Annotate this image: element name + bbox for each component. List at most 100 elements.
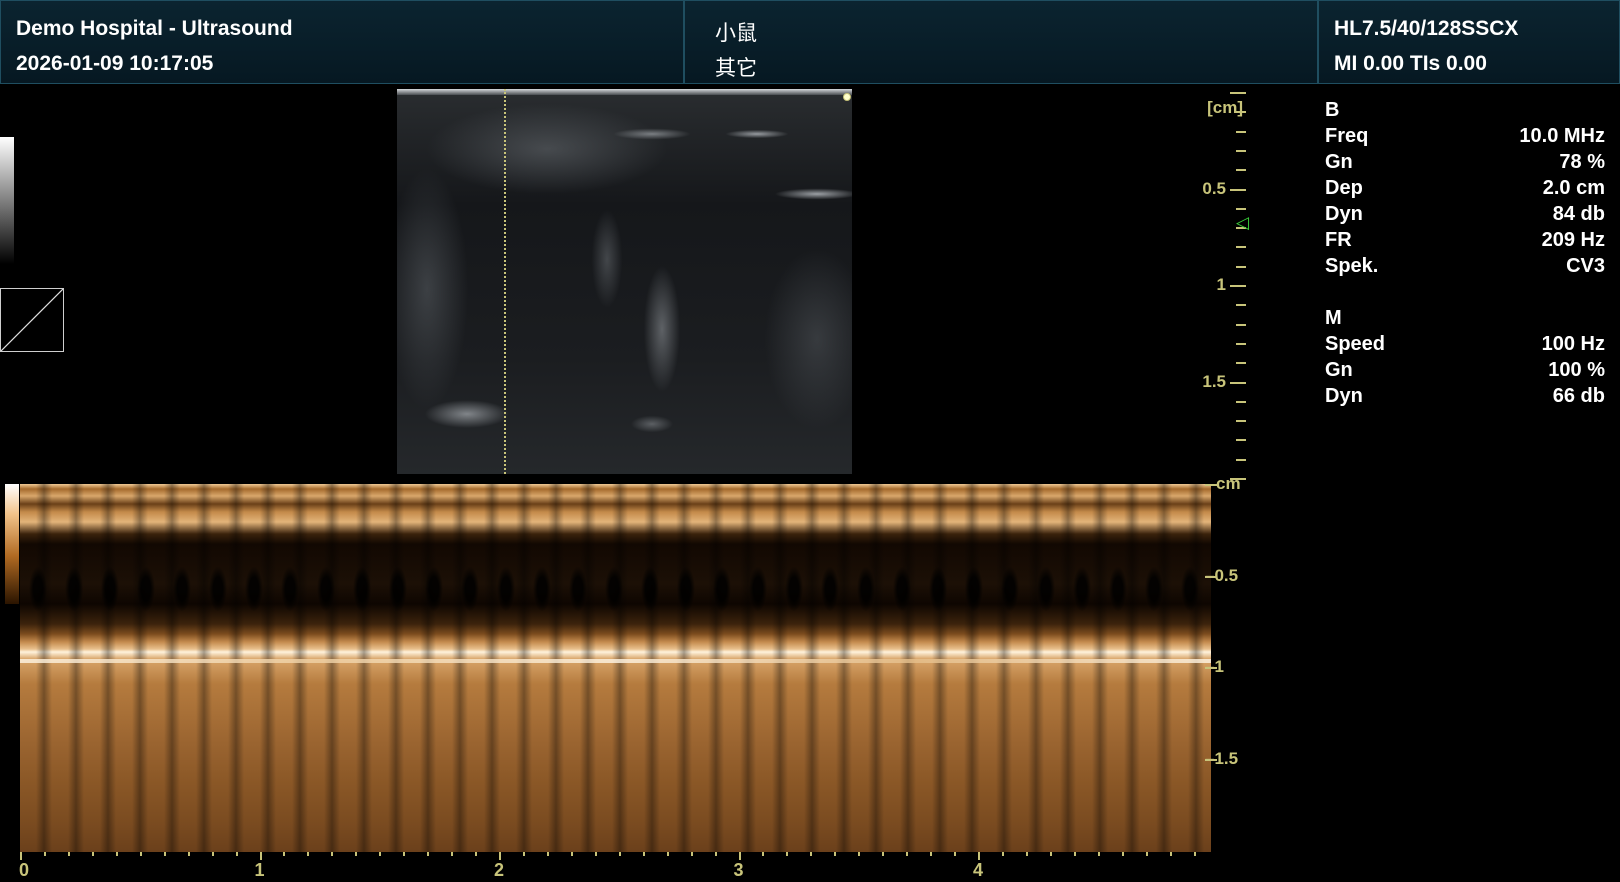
time-axis-tick (1193, 852, 1196, 856)
time-axis-tick (211, 852, 214, 856)
bmode-image[interactable] (397, 89, 852, 474)
mmode-scale-label: –0.5 (1205, 565, 1239, 585)
bmode-param-value: 10.0 MHz (1519, 125, 1605, 147)
bmode-param-row: Gn 78 % (1325, 151, 1605, 177)
bmode-depth-scale: [cm] 0.5 1 1.5 (1180, 88, 1260, 480)
image-orientation-dot (843, 93, 851, 101)
bmode-scale-tick (1236, 246, 1246, 249)
time-axis-tick (1025, 852, 1028, 856)
mmode-scale-tick (1205, 484, 1217, 486)
time-axis-tick (762, 852, 765, 856)
mmode-cardiac-pattern (20, 484, 1211, 852)
mmode-color-bar (5, 484, 19, 604)
time-axis-tick (546, 852, 549, 856)
header-probe-panel: HL7.5/40/128SSCX MI 0.00 TIs 0.00 (1318, 0, 1620, 84)
bmode-param-value: 84 db (1552, 203, 1605, 225)
time-axis-tick (307, 852, 310, 856)
time-axis-tick (978, 852, 980, 860)
time-axis-label: 2 (493, 860, 505, 880)
time-axis-tick (259, 852, 262, 860)
bmode-scale-tick (1230, 285, 1246, 287)
triangle-left-icon: ◁ (1236, 213, 1250, 232)
bmode-param-name: Freq (1325, 125, 1369, 147)
mmode-param-name: Dyn (1325, 385, 1363, 407)
header-patient-panel[interactable]: 小鼠 其它 (684, 0, 1318, 84)
bmode-scale-tick (1236, 323, 1246, 326)
mmode-scale-unit: cm (1216, 474, 1241, 493)
time-axis-tick (43, 852, 46, 856)
mmode-params-title: M (1325, 307, 1342, 329)
time-axis-tick (834, 852, 837, 856)
bmode-scale-tick (1230, 92, 1246, 94)
bmode-scale-tick (1236, 130, 1246, 133)
mmode-scale-label: –1 (1205, 657, 1224, 676)
time-axis-tick (163, 852, 166, 856)
mmode-param-value: 100 % (1548, 359, 1605, 381)
mmode-param-row: Speed 100 Hz (1325, 333, 1605, 359)
ultrasound-screen: Demo Hospital - Ultrasound 2026-01-09 10… (0, 0, 1620, 882)
focus-marker[interactable]: ◁ (1236, 214, 1249, 231)
time-axis-tick (331, 852, 334, 856)
time-axis-tick (1001, 852, 1004, 856)
time-axis-tick (187, 852, 190, 856)
time-axis-tick (906, 852, 909, 856)
mmode-param-value: 100 Hz (1541, 333, 1605, 355)
bmode-param-name: Spek. (1325, 255, 1379, 277)
time-axis-tick (930, 852, 933, 856)
bmode-scale-tick (1236, 342, 1246, 345)
bmode-param-value: 78 % (1559, 151, 1605, 173)
bmode-param-name: FR (1325, 229, 1352, 251)
time-axis-tick (235, 852, 238, 856)
bmode-param-name: Dyn (1325, 203, 1363, 225)
bmode-param-value: CV3 (1566, 255, 1605, 277)
time-axis-tick (499, 852, 501, 860)
bmode-scale-tick (1236, 362, 1246, 365)
bmode-param-row: Dep 2.0 cm (1325, 177, 1605, 203)
bmode-scale-tick (1230, 188, 1246, 191)
time-axis-tick (1073, 852, 1076, 856)
bmode-scale-label: 1.5 (1202, 371, 1226, 391)
time-axis-tick (858, 852, 861, 856)
mmode-param-row: Dyn 66 db (1325, 385, 1605, 411)
time-axis-tick (1121, 852, 1124, 856)
parameter-panel: B Freq 10.0 MHz Gn 78 % Dep 2.0 cm Dyn 84 db FR 2… (1325, 99, 1605, 411)
bmode-param-row: Spek. CV3 (1325, 255, 1605, 281)
bmode-param-row: Freq 10.0 MHz (1325, 125, 1605, 151)
mmode-time-axis: 0 1 2 3 4 (19, 852, 1211, 882)
patient-category: 其它 (715, 56, 757, 80)
patient-species: 小鼠 (715, 21, 757, 45)
time-axis-tick (1169, 852, 1172, 856)
bmode-params-title: B (1325, 99, 1340, 121)
bmode-scale-label: 0.5 (1202, 178, 1226, 198)
exam-datetime: 2026-01-09 10:17:05 (16, 52, 214, 75)
time-axis-tick (786, 852, 789, 856)
bmode-scale-tick (1236, 304, 1246, 307)
bmode-scale-tick (1236, 420, 1246, 423)
mmode-param-value: 66 db (1552, 385, 1605, 407)
grayscale-bar (0, 137, 14, 264)
time-axis-tick (522, 852, 525, 856)
bmode-scale-tick (1236, 400, 1246, 403)
time-axis-tick (139, 852, 142, 856)
bmode-scale-tick (1236, 207, 1246, 210)
mmode-param-row: Gn 100 % (1325, 359, 1605, 385)
mmode-cursor-line[interactable] (504, 89, 506, 474)
time-axis-tick (451, 852, 454, 856)
time-axis-tick (1145, 852, 1148, 856)
bmode-scale-tick (1236, 458, 1246, 461)
time-axis-tick (427, 852, 430, 856)
time-axis-tick (954, 852, 957, 856)
bmode-param-name: Gn (1325, 151, 1353, 173)
mmode-param-name: Speed (1325, 333, 1386, 355)
time-axis-tick (67, 852, 70, 856)
mmode-scale-label: –1.5 (1205, 748, 1239, 768)
time-axis-tick (91, 852, 94, 856)
mmode-bright-echo (20, 659, 1211, 663)
bmode-param-row: FR 209 Hz (1325, 229, 1605, 255)
mmode-image[interactable] (20, 484, 1211, 852)
time-axis-tick (403, 852, 406, 856)
bmode-scale-unit: [cm] (1207, 98, 1243, 117)
mmode-depth-scale: cm –0.5 –1 –1.5 (1205, 474, 1285, 855)
bmode-near-field (397, 89, 852, 95)
thermal-mechanical-index: MI 0.00 TIs 0.00 (1334, 52, 1487, 75)
